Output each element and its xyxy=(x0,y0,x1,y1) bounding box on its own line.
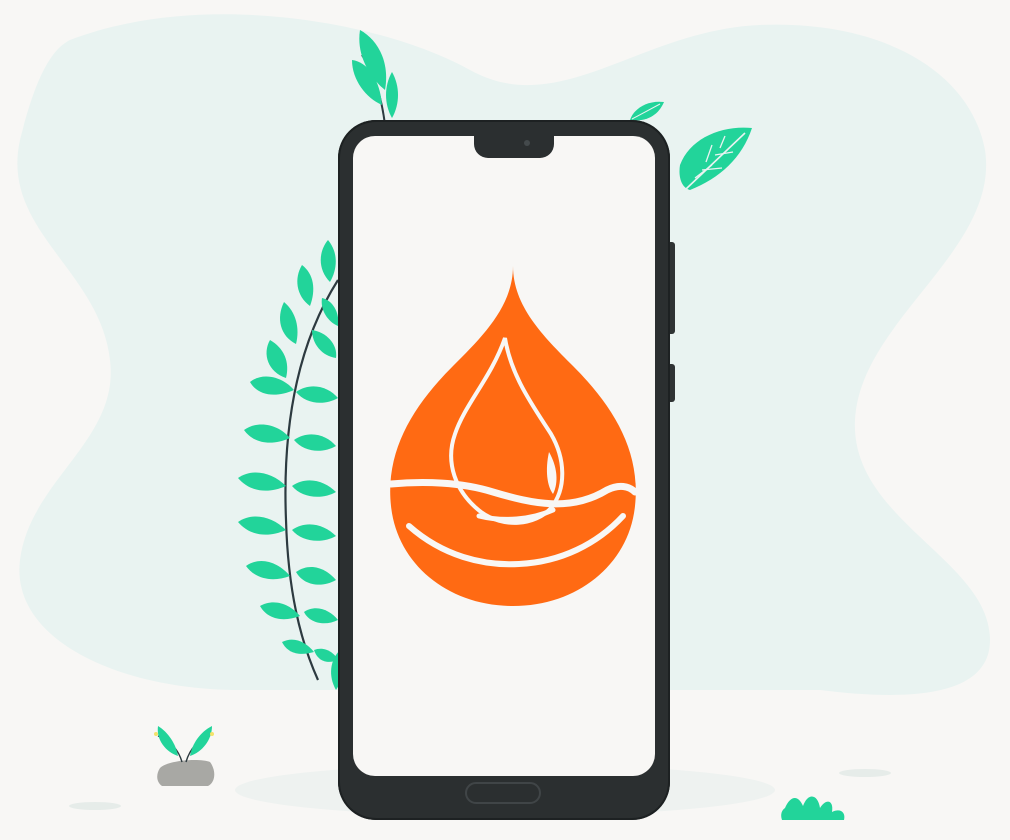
rock-icon xyxy=(157,760,215,786)
ground-dot-2 xyxy=(839,769,891,777)
rock-sprout xyxy=(154,726,215,786)
home-button[interactable] xyxy=(465,782,541,804)
phone-notch xyxy=(474,134,554,158)
blood-drop-hand-icon xyxy=(387,266,639,606)
ground-dot-1 xyxy=(69,802,121,810)
smartphone xyxy=(338,120,675,820)
phone-screen xyxy=(353,136,655,776)
grass-tuft xyxy=(781,796,845,820)
phone-volume-button xyxy=(670,242,675,334)
front-camera xyxy=(524,140,530,146)
illustration-stage xyxy=(0,0,1010,840)
phone-power-button xyxy=(670,364,675,402)
